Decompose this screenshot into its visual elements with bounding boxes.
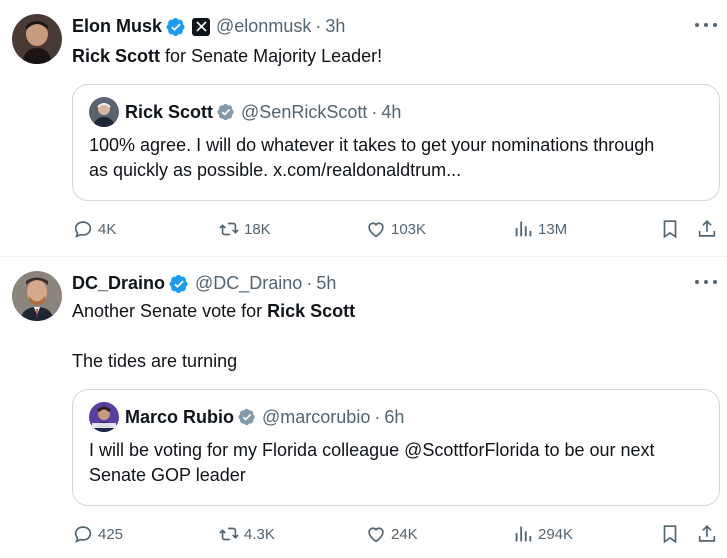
- tweet[interactable]: Elon Musk @elonmusk · 3h Rick Scott for …: [0, 0, 727, 256]
- bookmark-button[interactable]: [659, 217, 681, 241]
- tweet-text-line: The tides are turning: [72, 351, 238, 371]
- quote-header: Rick Scott @SenRickScott · 4h: [125, 97, 401, 127]
- quote-header: Marco Rubio @marcorubio · 6h: [125, 402, 404, 432]
- like-count: 24K: [391, 525, 418, 543]
- tweet-actions: 4K 18K 103K 13M: [72, 217, 722, 241]
- separator-dot: ·: [374, 406, 381, 427]
- more-icon[interactable]: [695, 21, 717, 29]
- like-icon: [368, 222, 384, 238]
- tweet-text: Another Senate vote for Rick Scott: [72, 299, 355, 324]
- timestamp[interactable]: 3h: [325, 16, 345, 37]
- share-button[interactable]: [696, 522, 718, 546]
- text-bold: Rick Scott: [72, 46, 161, 66]
- separator-dot: ·: [371, 101, 378, 122]
- views-icon: [515, 221, 532, 237]
- avatar: [89, 97, 119, 127]
- avatar[interactable]: [12, 14, 62, 64]
- bookmark-button[interactable]: [659, 522, 681, 546]
- verified-badge-icon: [238, 408, 256, 426]
- reply-button[interactable]: 4K: [72, 217, 116, 241]
- text-rest: for Senate Majority Leader!: [160, 46, 383, 66]
- repost-count: 18K: [244, 220, 271, 238]
- reply-icon: [74, 526, 92, 543]
- quote-text: 100% agree. I will do whatever it takes …: [89, 133, 704, 183]
- quote-author-handle: @SenRickScott: [241, 101, 368, 122]
- views-icon: [515, 526, 532, 542]
- reply-count: 4K: [98, 220, 117, 238]
- bookmark-icon: [663, 525, 677, 544]
- more-icon[interactable]: [695, 278, 717, 286]
- x-logo-icon: [192, 17, 211, 36]
- tweet-text: Rick Scott for Senate Majority Leader!: [72, 44, 382, 69]
- repost-icon: [219, 222, 239, 236]
- avatar: [89, 402, 119, 432]
- avatar[interactable]: [12, 271, 62, 321]
- author-name[interactable]: Elon Musk: [72, 16, 162, 37]
- quote-author-handle: @marcorubio: [262, 406, 371, 427]
- share-button[interactable]: [696, 217, 718, 241]
- verified-badge-icon: [166, 17, 186, 37]
- separator-dot: ·: [315, 16, 322, 36]
- quoted-tweet[interactable]: Rick Scott @SenRickScott · 4h 100% agree…: [72, 84, 720, 201]
- like-button[interactable]: 24K: [365, 522, 418, 546]
- timestamp[interactable]: 5h: [316, 273, 336, 294]
- repost-button[interactable]: 4.3K: [218, 522, 275, 546]
- share-icon: [698, 220, 716, 237]
- quote-text-line: 100% agree. I will do whatever it takes …: [89, 135, 655, 155]
- quote-author-name: Rick Scott: [125, 101, 214, 122]
- bookmark-icon: [663, 220, 677, 239]
- quote-text-line: Senate GOP leader: [89, 465, 246, 485]
- quote-text-line: as quickly as possible. x.com/realdonald…: [89, 160, 462, 180]
- separator-dot: ·: [306, 273, 313, 293]
- author-handle[interactable]: @DC_Draino: [195, 273, 302, 294]
- repost-icon: [219, 527, 239, 541]
- author-name[interactable]: DC_Draino: [72, 273, 165, 294]
- views-button[interactable]: 13M: [512, 217, 567, 241]
- view-count: 13M: [538, 220, 568, 238]
- quote-text: I will be voting for my Florida colleagu…: [89, 438, 704, 488]
- author-handle[interactable]: @elonmusk: [216, 16, 311, 37]
- quote-timestamp: 4h: [381, 101, 402, 122]
- view-count: 294K: [538, 525, 574, 543]
- tweet-header: DC_Draino @DC_Draino · 5h: [72, 271, 336, 296]
- verified-badge-icon: [169, 274, 189, 294]
- reply-button[interactable]: 425: [72, 522, 123, 546]
- tweet[interactable]: DC_Draino @DC_Draino · 5h Another Senate…: [0, 257, 727, 558]
- like-button[interactable]: 103K: [365, 217, 426, 241]
- like-icon: [368, 527, 384, 543]
- views-button[interactable]: 294K: [512, 522, 573, 546]
- text-bold: Rick Scott: [267, 301, 356, 321]
- share-icon: [698, 525, 716, 542]
- quoted-tweet[interactable]: Marco Rubio @marcorubio · 6h I will be v…: [72, 389, 720, 506]
- repost-count: 4.3K: [244, 525, 275, 543]
- text-plain: Another Senate vote for: [72, 301, 268, 321]
- like-count: 103K: [391, 220, 427, 238]
- repost-button[interactable]: 18K: [218, 217, 271, 241]
- quote-timestamp: 6h: [384, 406, 405, 427]
- verified-badge-icon: [217, 103, 235, 121]
- quote-text-line: I will be voting for my Florida colleagu…: [89, 440, 655, 460]
- tweet-actions: 425 4.3K 24K 294K: [72, 522, 722, 546]
- quote-author-name: Marco Rubio: [125, 406, 235, 427]
- reply-icon: [74, 221, 92, 238]
- reply-count: 425: [98, 525, 124, 543]
- tweet-header: Elon Musk @elonmusk · 3h: [72, 14, 345, 39]
